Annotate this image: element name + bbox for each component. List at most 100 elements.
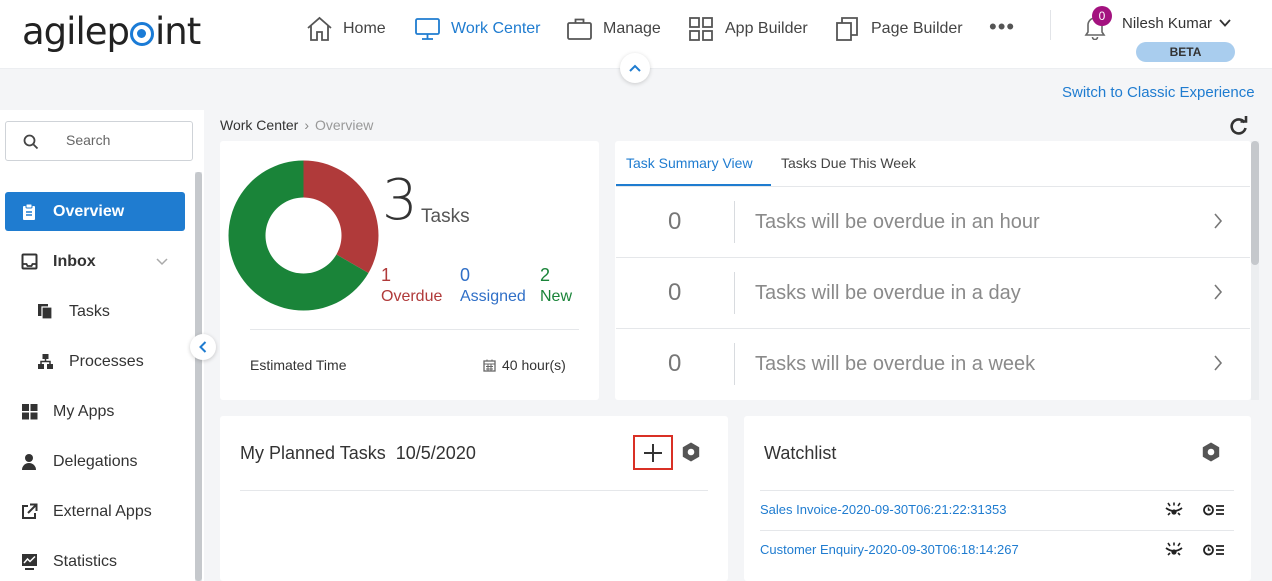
sidebar-item-label: External Apps — [53, 502, 152, 520]
switch-classic-link[interactable]: Switch to Classic Experience — [1062, 84, 1255, 101]
row-count: 0 — [668, 208, 682, 235]
sidebar-item-overview[interactable]: Overview — [5, 192, 185, 231]
chevron-down-icon[interactable] — [1218, 16, 1232, 30]
chevron-up-icon — [629, 64, 641, 72]
hierarchy-icon — [38, 354, 53, 369]
nav-app-builder[interactable]: App Builder — [688, 14, 808, 44]
watchlist-title: Watchlist — [764, 443, 837, 463]
chart-icon — [22, 554, 37, 570]
sidebar-item-my-apps[interactable]: My Apps — [5, 392, 185, 431]
search-box[interactable] — [5, 121, 193, 161]
sidebar-item-tasks[interactable]: Tasks — [5, 292, 185, 331]
sidebar-item-inbox[interactable]: Inbox — [5, 242, 185, 281]
clipboard-icon — [23, 203, 35, 220]
row-text: Tasks will be overdue in an hour — [755, 211, 1040, 233]
breadcrumb-root[interactable]: Work Center — [220, 117, 298, 133]
estimated-time-value: 40 hour(s) — [483, 357, 566, 373]
add-planned-task-button[interactable] — [633, 435, 673, 470]
assigned-count[interactable]: 0 — [460, 265, 470, 286]
sidebar-item-label: Statistics — [53, 552, 118, 570]
briefcase-icon — [567, 18, 592, 40]
timeline-icon[interactable] — [1203, 543, 1225, 557]
planned-date: 10/5/2020 — [395, 443, 476, 463]
tab-tasks-due-this-week[interactable]: Tasks Due This Week — [781, 155, 916, 171]
task-donut-chart — [228, 160, 379, 311]
plus-icon — [644, 443, 662, 462]
sidebar-item-label: Tasks — [69, 302, 110, 320]
nav-page-builder[interactable]: Page Builder — [834, 14, 963, 44]
search-input[interactable] — [66, 132, 186, 148]
divider — [760, 530, 1234, 531]
external-link-icon — [22, 503, 38, 519]
new-label[interactable]: New — [540, 288, 572, 306]
watchlist-item-link[interactable]: Customer Enquiry-2020-09-30T06:18:14:267 — [760, 542, 1019, 557]
assigned-label[interactable]: Assigned — [460, 288, 526, 306]
row-divider — [734, 201, 735, 243]
row-text: Tasks will be overdue in a week — [755, 353, 1036, 375]
more-menu-button[interactable]: ••• — [989, 14, 1015, 40]
row-divider — [734, 343, 735, 385]
overdue-label[interactable]: Overdue — [381, 288, 442, 306]
chevron-right-icon — [1214, 355, 1223, 371]
total-tasks-label: Tasks — [421, 206, 470, 227]
agilepoint-logo[interactable]: agilep int — [22, 10, 201, 53]
grid-icon — [689, 17, 713, 41]
notification-badge: 0 — [1092, 6, 1112, 26]
new-count[interactable]: 2 — [540, 265, 550, 286]
monitor-icon — [415, 18, 440, 40]
sidebar-item-delegations[interactable]: Delegations — [5, 442, 185, 481]
nav-home-label: Home — [343, 20, 386, 37]
sidebar-item-external-apps[interactable]: External Apps — [5, 492, 185, 531]
overdue-week-row[interactable]: 0 Tasks will be overdue in a week — [616, 329, 1250, 400]
overdue-hour-row[interactable]: 0 Tasks will be overdue in an hour — [616, 187, 1250, 258]
inbox-icon — [21, 253, 38, 270]
nav-home[interactable]: Home — [306, 14, 386, 44]
nav-page-builder-label: Page Builder — [871, 20, 963, 37]
sidebar-item-label: Processes — [69, 352, 144, 370]
sidebar-item-statistics[interactable]: Statistics — [5, 542, 185, 581]
main-scrollbar-thumb[interactable] — [1251, 141, 1259, 265]
watchlist-item-link[interactable]: Sales Invoice-2020-09-30T06:21:22:31353 — [760, 502, 1006, 517]
overdue-count[interactable]: 1 — [381, 265, 391, 286]
settings-icon[interactable] — [680, 441, 702, 463]
divider — [240, 490, 708, 491]
timeline-icon[interactable] — [1203, 503, 1225, 517]
divider — [250, 329, 579, 330]
unwatch-icon[interactable] — [1165, 542, 1183, 558]
sidebar-item-label: My Apps — [53, 402, 115, 420]
chevron-left-icon — [199, 341, 207, 353]
home-icon — [307, 16, 332, 41]
estimated-time-label: Estimated Time — [250, 357, 347, 373]
beta-badge: BETA — [1136, 42, 1235, 62]
planned-tasks-title: My Planned Tasks 10/5/2020 — [240, 443, 476, 464]
overdue-day-row[interactable]: 0 Tasks will be overdue in a day — [616, 258, 1250, 329]
unwatch-icon[interactable] — [1165, 502, 1183, 518]
sidebar-item-processes[interactable]: Processes — [5, 342, 185, 381]
user-name[interactable]: Nilesh Kumar — [1122, 15, 1212, 32]
nav-work-center-label: Work Center — [451, 20, 541, 37]
planned-title-text: My Planned Tasks — [240, 443, 386, 463]
nav-app-builder-label: App Builder — [725, 20, 808, 37]
donut-slice-overdue[interactable] — [303, 160, 379, 274]
tab-task-summary-view[interactable]: Task Summary View — [626, 155, 753, 171]
person-icon — [22, 454, 36, 470]
search-icon — [23, 134, 39, 150]
nav-work-center[interactable]: Work Center — [414, 14, 541, 44]
chevron-right-icon — [1214, 284, 1223, 300]
sidebar-item-label: Inbox — [53, 252, 96, 270]
header-divider — [1050, 10, 1051, 40]
settings-icon[interactable] — [1200, 441, 1222, 463]
row-count: 0 — [668, 279, 682, 306]
sidebar-item-label: Delegations — [53, 452, 138, 470]
chevron-down-icon[interactable] — [155, 257, 169, 267]
refresh-icon[interactable] — [1228, 116, 1250, 136]
sidebar-collapse-button[interactable] — [190, 334, 216, 360]
nav-manage[interactable]: Manage — [566, 14, 661, 44]
divider — [760, 490, 1234, 491]
collapse-header-button[interactable] — [620, 53, 650, 83]
sidebar-scrollbar-thumb[interactable] — [195, 172, 202, 581]
total-tasks-count: 3 — [382, 168, 418, 233]
breadcrumb-separator: › — [304, 117, 309, 133]
sidebar-item-label: Overview — [53, 202, 125, 220]
pages-icon — [836, 17, 858, 41]
